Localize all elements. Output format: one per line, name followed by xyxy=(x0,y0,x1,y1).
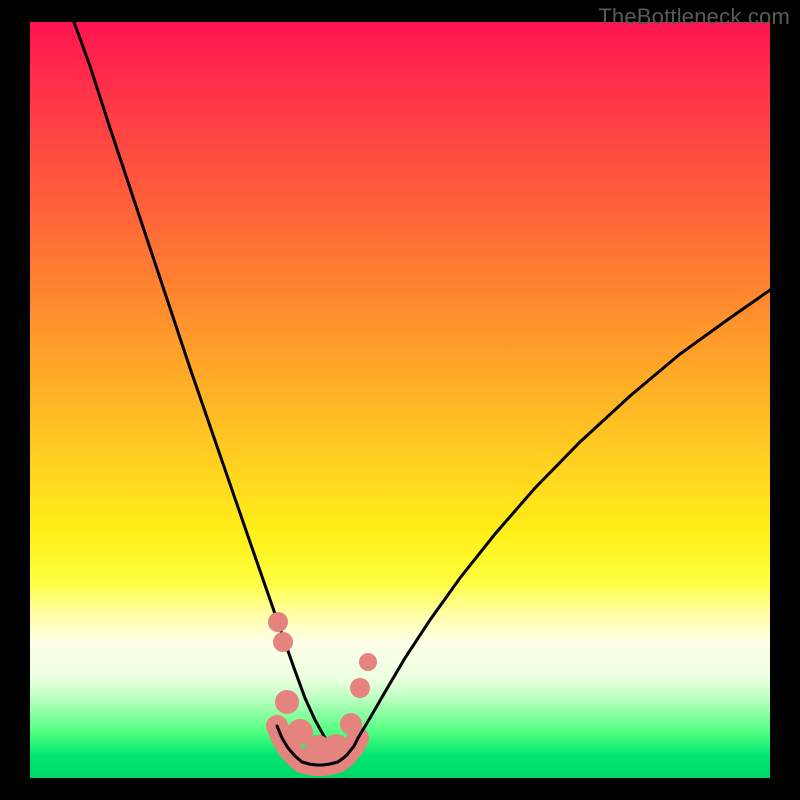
bottleneck-curve-svg xyxy=(30,22,770,778)
right-lower-dot xyxy=(340,713,362,735)
valley-left-dot xyxy=(275,690,299,714)
curve-left-curve xyxy=(74,22,325,738)
curve-right-curve xyxy=(358,290,770,738)
left-lower-dot xyxy=(273,632,293,652)
right-upper-dot xyxy=(350,678,370,698)
left-upper-dot xyxy=(268,612,288,632)
valley-right-dot xyxy=(324,734,348,758)
right-top-dot xyxy=(359,653,377,671)
